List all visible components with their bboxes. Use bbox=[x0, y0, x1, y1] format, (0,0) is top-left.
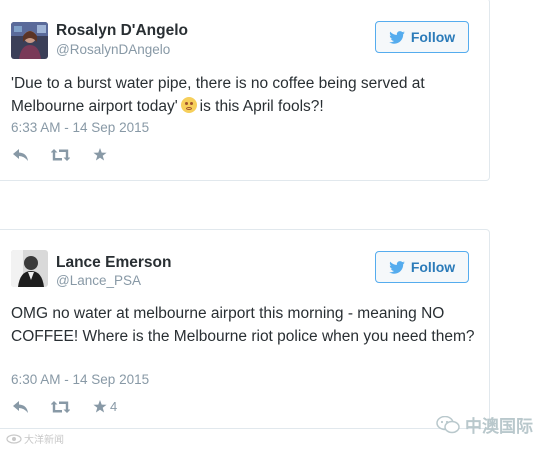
reply-button[interactable] bbox=[13, 400, 51, 413]
weibo-eye-icon bbox=[6, 433, 22, 444]
tweet-actions bbox=[13, 148, 110, 161]
retweet-button[interactable] bbox=[51, 400, 93, 413]
retweet-button[interactable] bbox=[51, 148, 93, 161]
reply-icon bbox=[13, 148, 28, 161]
tweet-timestamp[interactable]: 6:30 AM - 14 Sep 2015 bbox=[11, 372, 149, 387]
watermark-left: 大洋新闻 bbox=[6, 431, 64, 446]
author-name[interactable]: Lance Emerson bbox=[56, 254, 171, 272]
tweet-text-part-2: is this April fools?! bbox=[199, 98, 324, 115]
star-icon bbox=[93, 148, 107, 161]
twitter-bird-icon bbox=[389, 30, 405, 44]
follow-label: Follow bbox=[410, 259, 456, 275]
favorite-button[interactable] bbox=[93, 148, 110, 161]
avatar[interactable] bbox=[11, 250, 48, 287]
author-handle[interactable]: @Lance_PSA bbox=[56, 273, 141, 288]
tweet-timestamp[interactable]: 6:33 AM - 14 Sep 2015 bbox=[11, 120, 149, 135]
tweet-card-lance: Lance Emerson @Lance_PSA Follow OMG no w… bbox=[0, 229, 490, 429]
watermark-left-text: 大洋新闻 bbox=[24, 435, 64, 446]
author-handle[interactable]: @RosalynDAngelo bbox=[56, 42, 170, 57]
wechat-icon bbox=[436, 415, 460, 433]
favorite-button[interactable]: 4 bbox=[93, 399, 117, 414]
author-name[interactable]: Rosalyn D'Angelo bbox=[56, 22, 188, 40]
tweet-text: OMG no water at melbourne airport this m… bbox=[11, 305, 475, 345]
flushed-face-emoji-icon bbox=[180, 97, 197, 113]
tweet-text: 'Due to a burst water pipe, there is no … bbox=[11, 72, 476, 118]
watermark-right-text: 中澳国际 bbox=[465, 417, 533, 436]
tweet-actions: 4 bbox=[13, 399, 117, 414]
favorite-count: 4 bbox=[110, 399, 118, 414]
reply-icon bbox=[13, 400, 28, 413]
reply-button[interactable] bbox=[13, 148, 51, 161]
retweet-icon bbox=[51, 400, 70, 413]
tweet-card-rosalyn: Rosalyn D'Angelo @RosalynDAngelo Follow … bbox=[0, 0, 490, 181]
star-icon bbox=[93, 400, 107, 413]
avatar[interactable] bbox=[11, 22, 48, 59]
retweet-icon bbox=[51, 148, 70, 161]
twitter-bird-icon bbox=[389, 260, 405, 274]
follow-button[interactable]: Follow bbox=[375, 251, 469, 283]
follow-button[interactable]: Follow bbox=[375, 21, 469, 53]
follow-label: Follow bbox=[410, 29, 456, 45]
watermark-right: 中澳国际 bbox=[436, 412, 533, 437]
